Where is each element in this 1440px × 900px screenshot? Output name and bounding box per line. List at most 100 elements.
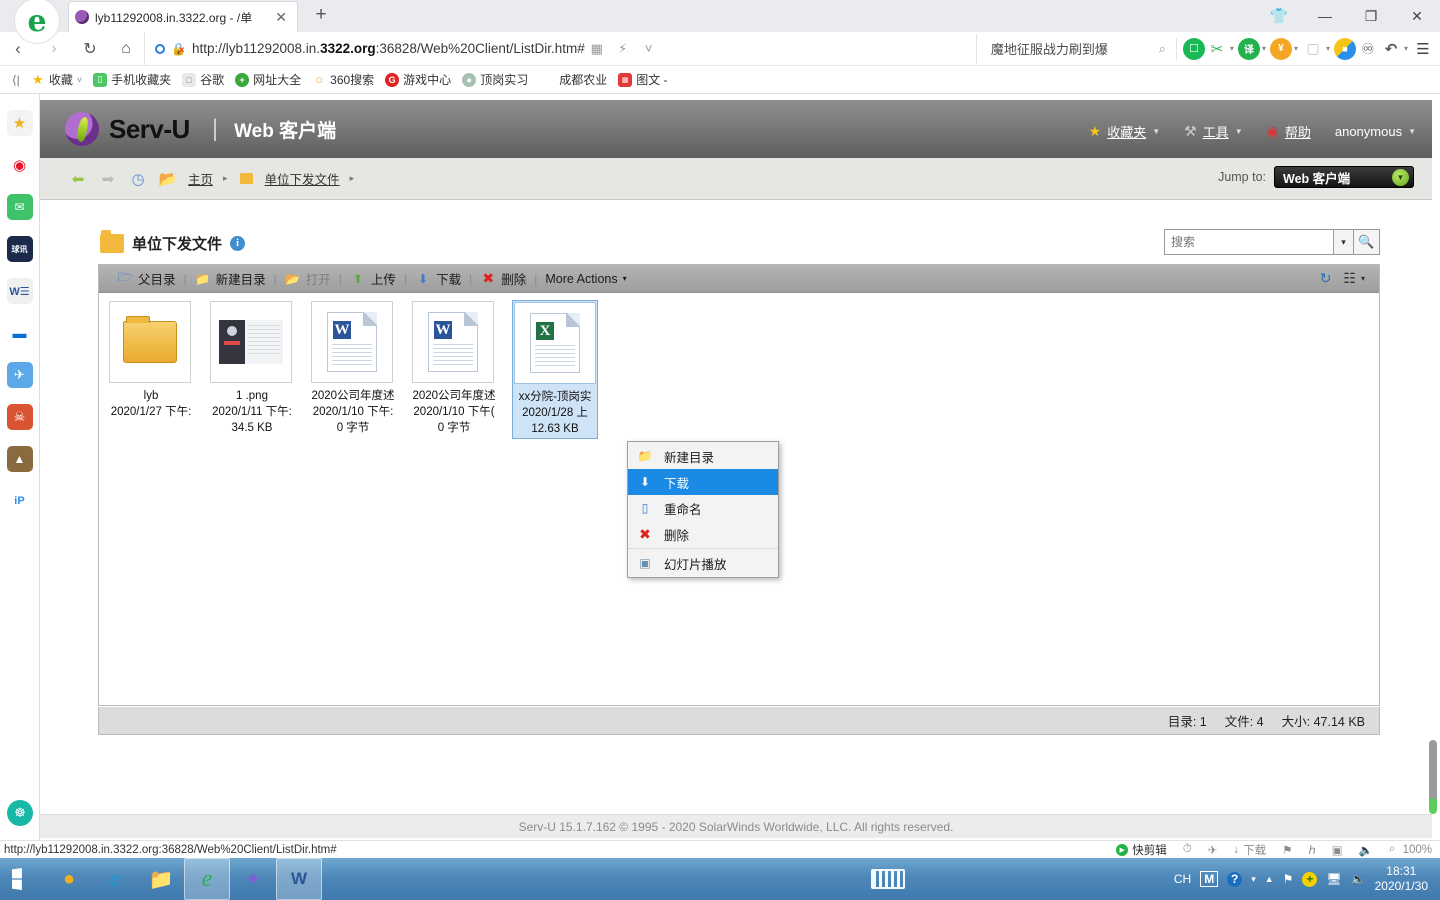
sidebar-item-game-pirate[interactable]: ☠ [7,404,33,430]
expand-tray-icon[interactable]: ▲ [1265,874,1274,884]
bookmark-360-search[interactable]: ○360搜索 [308,69,378,90]
scissors-extension-icon[interactable]: ✂ [1206,38,1228,60]
search-icon[interactable]: ⌕ [1159,41,1166,57]
history-clock-icon[interactable]: ◷ [128,169,148,189]
maximize-button[interactable]: ❐ [1348,0,1394,32]
bookmark-mobile[interactable]: ▯手机收藏夹 [89,69,175,90]
chevron-down-icon[interactable]: ▾ [1294,44,1298,53]
flag-icon[interactable]: ⚑ [1282,843,1292,857]
sound-icon[interactable]: 🔈 [1359,843,1373,857]
new-dir-button[interactable]: 📁新建目录 [187,269,274,288]
menu-tools[interactable]: ⚒工具▼ [1184,122,1243,141]
menu-user[interactable]: anonymous▼ [1335,124,1416,139]
file-tile-excel-selected[interactable]: X xx分院-顶岗实 2020/1/28 上 12.63 KB [512,300,598,439]
close-button[interactable]: ✕ [1394,0,1440,32]
file-tile-word-1[interactable]: W 2020公司年度述 2020/1/10 下午: 0 字节 [311,301,395,436]
ctx-slideshow[interactable]: ▣幻灯片播放 [628,550,778,576]
split-window-icon[interactable]: ▣ [1332,843,1343,857]
headphones-extension-icon[interactable]: ♾ [1357,38,1379,60]
menu-help[interactable]: ◉帮助 [1267,122,1311,141]
sidebar-item-sports-news[interactable]: 球讯 [7,236,33,262]
shield-extension-icon[interactable]: ¥ [1270,38,1292,60]
game-extension-icon[interactable]: ▢ [1302,38,1324,60]
bookmarks-collapse-icon[interactable]: ⟨| [8,71,24,89]
skin-button[interactable]: 👕 [1256,0,1302,32]
more-actions-button[interactable]: More Actions▾ [537,272,634,286]
back-arrow-icon[interactable]: ⬅ [68,169,88,189]
speed-icon[interactable]: ⏱ [1183,843,1192,856]
parent-dir-button[interactable]: 🗁父目录 [109,269,184,288]
browser-tab[interactable]: lyb11292008.in.3322.org - /单 ✕ [68,1,298,32]
file-tile-word-2[interactable]: W 2020公司年度述 2020/1/10 下午( 0 字节 [412,301,496,436]
security-shield-icon[interactable]: + [1302,872,1317,887]
rocket-icon[interactable]: ✈ [1208,843,1218,857]
breadcrumb-current[interactable]: 单位下发文件 [265,169,340,188]
ie-mode-icon[interactable]: ℎ [1308,843,1315,857]
anti-virus-icon[interactable]: ☸ [7,800,33,826]
translate-extension-icon[interactable]: 译 [1238,38,1260,60]
network-icon[interactable]: 🖥 [1326,872,1341,886]
sidebar-item-word-doc[interactable]: W☰ [7,278,33,304]
taskbar-word[interactable]: W [276,858,322,900]
menu-extension-icon[interactable]: ☰ [1412,38,1434,60]
sidebar-item-game-tank[interactable]: ▲ [7,446,33,472]
ctx-download[interactable]: ⬇下载 [628,469,778,495]
file-tile-folder[interactable]: lyb 2020/1/27 下午: [109,301,193,436]
taskbar-internet-explorer[interactable]: e [92,858,138,900]
menu-favorites[interactable]: ★收藏夹▼ [1089,122,1161,141]
volume-icon[interactable]: 🔈 [1351,872,1366,886]
sidebar-item-favorites[interactable]: ★ [7,110,33,136]
keyboard-icon[interactable] [871,869,905,889]
chevron-down-icon[interactable]: ▾ [1230,44,1234,53]
sidebar-item-zhihu[interactable]: ▬ [7,320,33,346]
bookmark-favorites[interactable]: ★收藏˅ [27,69,86,90]
file-tile-image[interactable]: 1 .png 2020/1/11 下午: 34.5 KB [210,301,294,436]
sidebar-item-paddle[interactable]: iP [7,488,33,514]
refresh-folder-icon[interactable]: 📂 [158,169,178,189]
address-bar[interactable]: 🔒✕ http://lyb11292008.in.3322.org:36828/… [144,32,976,66]
search-dropdown-icon[interactable]: ▾ [1334,229,1354,255]
sidebar-item-mail[interactable]: ✉ [7,194,33,220]
sidebar-item-game-plane[interactable]: ✈ [7,362,33,388]
breadcrumb-home[interactable]: 主页 [188,169,213,188]
downloads-button[interactable]: ↓下载 [1233,842,1266,858]
browser-search-box[interactable]: 魔地征服战力刷到爆 ⌕ [976,34,1176,64]
bookmark-hao[interactable]: +网址大全 [231,69,305,90]
chevron-down-icon[interactable]: ▾ [1326,44,1330,53]
bookmark-internship[interactable]: ●顶岗实习 [458,69,532,90]
taskbar-360-browser[interactable]: ● [46,858,92,900]
lightning-icon[interactable]: ⚡ [611,34,635,64]
home-button[interactable]: ⌂ [108,32,144,66]
page-scrollbar[interactable] [1426,740,1440,840]
bookmark-google[interactable]: □谷歌 [178,69,228,90]
zoom-level[interactable]: ⌕ 100% [1389,843,1432,856]
search-input[interactable] [1164,229,1334,255]
taskbar-360-se[interactable]: e [184,858,230,900]
chevron-down-icon[interactable]: ˅ [637,34,661,64]
bookmark-tuwen[interactable]: ▦图文 - [614,69,671,90]
reload-button[interactable]: ↻ [72,32,108,66]
tab-close-icon[interactable]: ✕ [271,9,291,26]
taskbar-foxmail[interactable]: ✦ [230,858,276,900]
info-icon[interactable]: i [230,236,245,251]
scrollbar-position-marker[interactable] [1429,798,1437,814]
kuaijianji-button[interactable]: ▶快剪辑 [1116,842,1167,858]
taskbar-clock[interactable]: 18:31 2020/1/30 [1375,864,1432,894]
site-info-icon[interactable] [155,44,165,54]
upload-button[interactable]: ⬆上传 [342,269,404,288]
chevron-down-icon[interactable]: ▾ [1404,44,1408,53]
refresh-button[interactable]: ↻ [1320,270,1332,287]
ctx-delete[interactable]: ✖删除 [628,521,778,547]
network-flag-icon[interactable]: ⚑ [1283,872,1294,886]
apps-extension-icon[interactable]: ■ [1334,38,1356,60]
qrcode-icon[interactable]: ▦ [585,34,609,64]
jump-to-select[interactable]: Web 客户端 ▼ [1274,166,1414,188]
minimize-button[interactable]: — [1302,0,1348,32]
search-go-icon[interactable]: 🔍 [1354,229,1380,255]
ime-mode[interactable]: M [1200,871,1218,887]
start-button[interactable] [0,858,46,900]
view-mode-button[interactable]: ☷▾ [1343,270,1365,287]
reader-extension-icon[interactable]: ☐ [1183,38,1205,60]
undo-extension-icon[interactable]: ↶ [1380,38,1402,60]
ctx-rename[interactable]: ▯重命名 [628,495,778,521]
